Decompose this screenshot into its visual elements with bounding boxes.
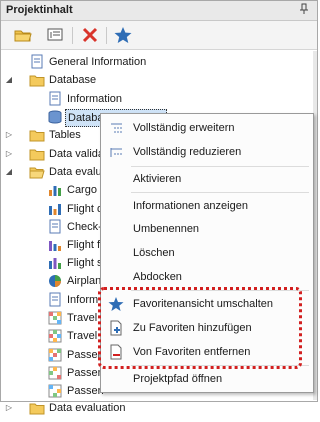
tree-item-flight-f[interactable]: Flight f [1, 236, 101, 254]
menu-item-undock[interactable]: Abdocken [101, 266, 313, 288]
menu-item-collapse-all[interactable]: Vollständig reduzieren [101, 141, 313, 163]
document-icon [29, 54, 45, 70]
tree-item-label: Passen [67, 385, 104, 397]
expand-arrow-icon[interactable]: ▷ [5, 150, 13, 158]
tree-item-flight-s[interactable]: Flight s [1, 254, 103, 272]
table-grid-icon [47, 347, 63, 363]
tree-item-passen-1[interactable]: Passen [1, 346, 104, 364]
menu-item-show-info[interactable]: Informationen anzeigen [101, 195, 313, 217]
tree-item-passen-3[interactable]: Passen [1, 382, 104, 400]
properties-icon[interactable] [45, 25, 65, 45]
favorite-star-icon[interactable] [113, 25, 133, 45]
expand-arrow-icon[interactable]: ▷ [5, 131, 13, 139]
tree-item-inform[interactable]: Inform [1, 291, 101, 309]
tree-item-label: Flight s [67, 257, 103, 269]
tree-item-label: Information [67, 93, 123, 105]
database-icon [47, 109, 63, 125]
bar-chart-icon [47, 255, 63, 271]
panel-toolbar [1, 21, 317, 50]
toolbar-separator [72, 27, 73, 44]
folder-icon [29, 146, 45, 162]
expand-all-icon [108, 120, 124, 136]
tree-item-information[interactable]: Information [1, 90, 261, 108]
menu-item-open-project-path[interactable]: Projektpfad öffnen [101, 368, 313, 390]
menu-item-label: Vollständig erweitern [133, 122, 235, 134]
tree-item-label: Flight f [67, 239, 101, 251]
menu-item-rename[interactable]: Umbenennen [101, 218, 313, 240]
menu-item-label: Löschen [133, 247, 175, 259]
collapse-all-icon [108, 144, 124, 160]
pin-icon[interactable] [299, 3, 309, 18]
panel-titlebar: Projektinhalt [1, 1, 317, 21]
tree-item-travel-2[interactable]: Travel [1, 327, 101, 345]
tree-item-label: Passen [67, 367, 104, 379]
folder-icon [29, 72, 45, 88]
delete-icon[interactable] [80, 25, 100, 45]
table-grid-icon [47, 328, 63, 344]
tree-item-label: Cargo [67, 184, 97, 196]
tree-item-label: Check- [67, 221, 102, 233]
menu-item-label: Abdocken [133, 271, 182, 283]
collapse-arrow-icon[interactable]: ◢ [5, 76, 13, 84]
expand-arrow-icon[interactable]: ▷ [5, 404, 13, 412]
bar-chart-icon [47, 182, 63, 198]
menu-item-label: Vollständig reduzieren [133, 146, 242, 158]
collapse-arrow-icon[interactable]: ◢ [5, 168, 13, 176]
toolbar-separator [106, 27, 107, 44]
document-icon [47, 292, 63, 308]
tree-item-label: Travel [67, 312, 98, 324]
tree-item-label: Database [49, 74, 97, 86]
tree-item-check[interactable]: Check- [1, 218, 102, 236]
table-grid-icon [47, 310, 63, 326]
tree-item-passen-2[interactable]: Passen [1, 364, 104, 382]
tree-item-flight-d[interactable]: Flight d [1, 200, 104, 218]
folder-icon [29, 400, 45, 416]
folder-icon [29, 127, 45, 143]
tree-item-travel-1[interactable]: Travel [1, 309, 101, 327]
tree-item-cargo[interactable]: Cargo [1, 181, 101, 199]
favorites-highlight-frame [98, 287, 302, 369]
tree-item-label: Travel [67, 330, 98, 342]
menu-separator [131, 192, 309, 193]
panel-title: Projektinhalt [6, 4, 73, 16]
tree-item-label: Tables [49, 129, 81, 141]
menu-item-label: Umbenennen [133, 223, 200, 235]
tree-item-general-information[interactable]: General Information [1, 53, 261, 71]
tree-item-label: General Information [49, 56, 147, 68]
open-folder-icon[interactable] [13, 25, 33, 45]
document-icon [47, 91, 63, 107]
menu-item-label: Aktivieren [133, 173, 182, 185]
folder-open-icon [29, 164, 45, 180]
pie-chart-icon [47, 273, 63, 289]
menu-item-label: Projektpfad öffnen [133, 373, 223, 385]
menu-item-activate[interactable]: Aktivieren [101, 168, 313, 190]
menu-item-expand-all[interactable]: Vollständig erweitern [101, 117, 313, 139]
table-grid-icon [47, 365, 63, 381]
tree-item-label: Flight d [67, 203, 104, 215]
menu-item-delete[interactable]: Löschen [101, 242, 313, 264]
menu-item-label: Informationen anzeigen [133, 200, 248, 212]
table-grid-icon [47, 383, 63, 399]
bar-chart-icon [47, 201, 63, 217]
tree-item-label: Inform [67, 294, 99, 306]
tree-item-data-evaluation-2[interactable]: ▷ Data evaluation [1, 399, 125, 417]
tree-item-database[interactable]: ◢ Database [1, 71, 261, 89]
tree-item-label: Data evaluation [49, 402, 126, 414]
menu-separator [131, 166, 309, 167]
bar-chart-icon [47, 237, 63, 253]
tree-item-label: Airplan [67, 275, 102, 287]
tree-item-airplan[interactable]: Airplan [1, 272, 101, 290]
document-icon [47, 219, 63, 235]
